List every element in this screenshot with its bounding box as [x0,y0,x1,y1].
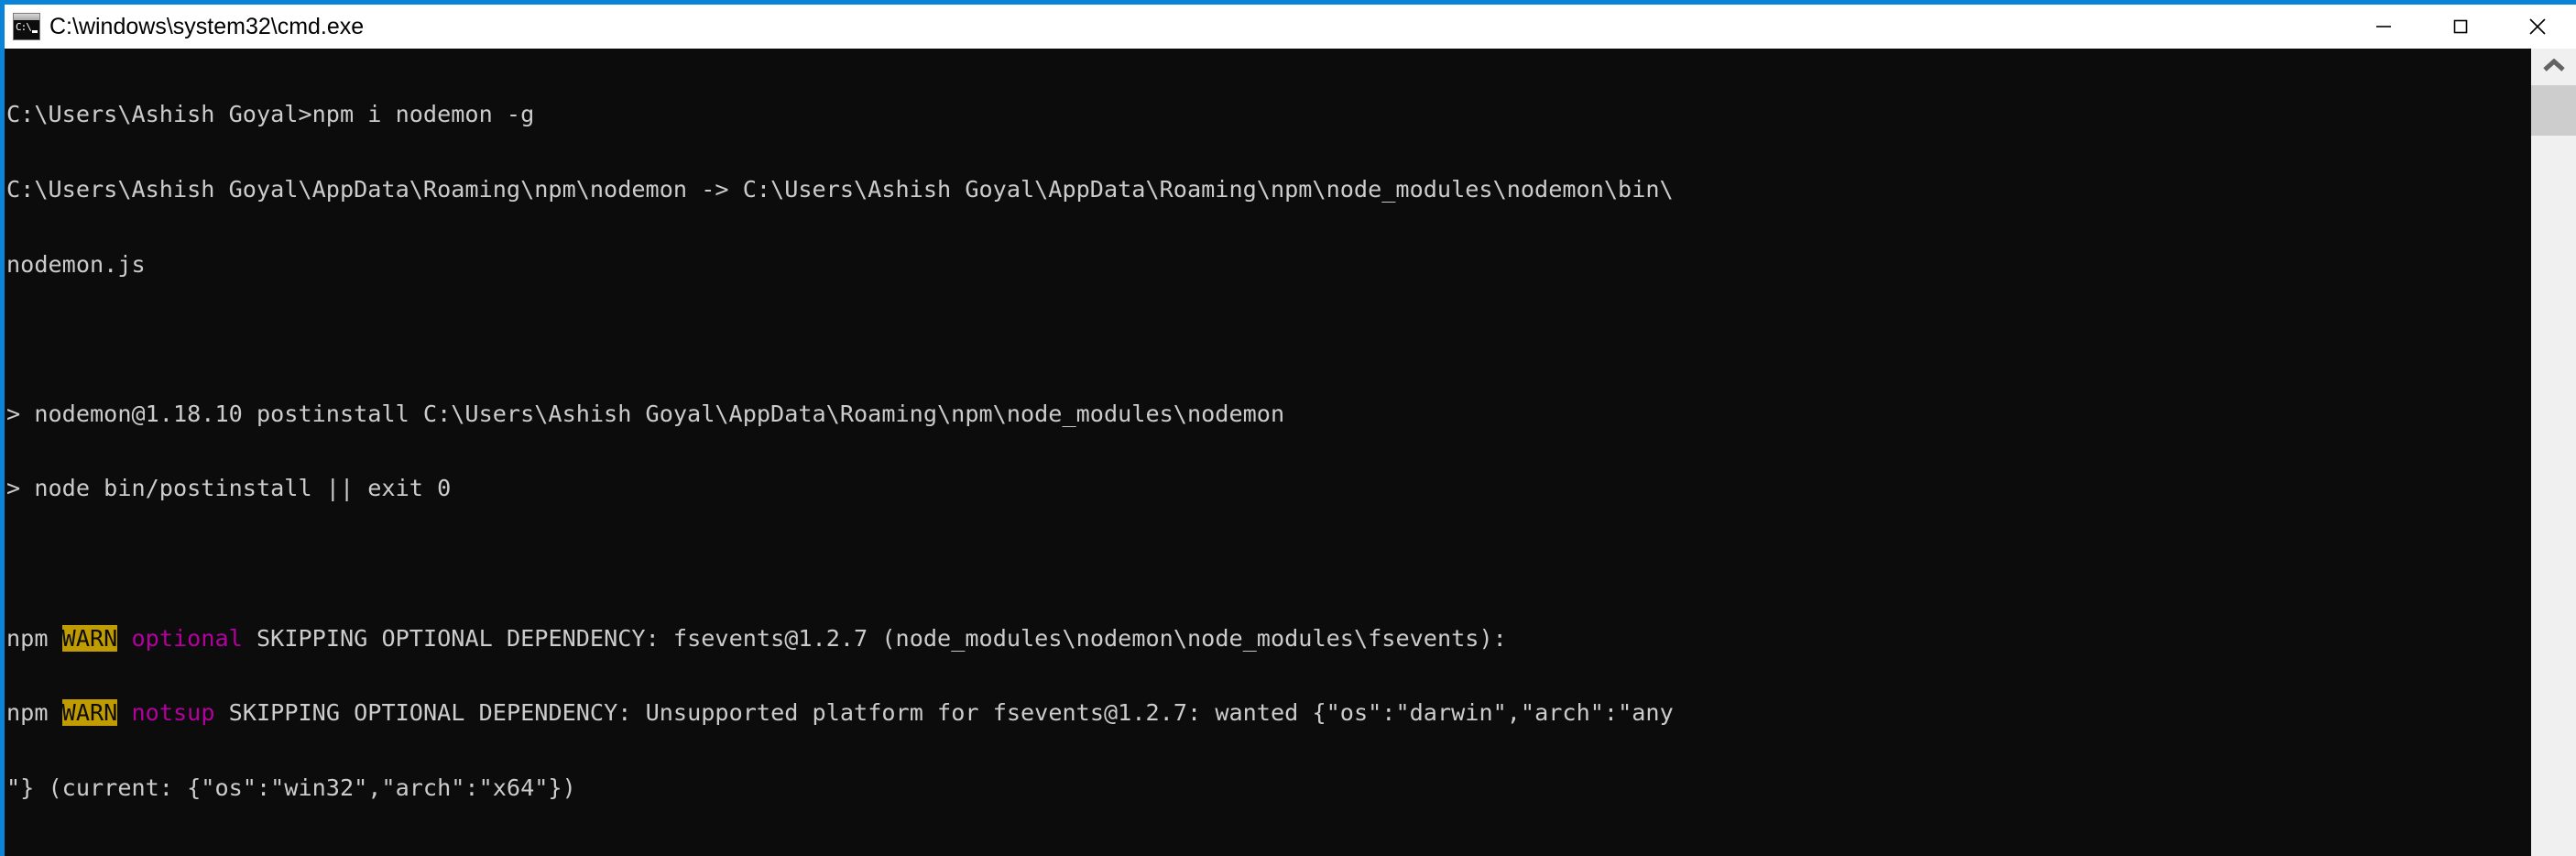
terminal-text: C:\Users\Ashish Goyal>npm i nodemon -g C… [5,52,2531,856]
minimize-icon [2374,16,2394,37]
warn-level: notsup [117,699,215,727]
terminal-line: C:\Users\Ashish Goyal\AppData\Roaming\np… [6,176,1674,203]
cmd-icon-prompt-glyph: C:\ [16,21,32,33]
terminal-line: C:\Users\Ashish Goyal>npm i nodemon -g [6,101,535,128]
maximize-icon [2450,16,2471,37]
warn-badge: WARN [61,699,118,727]
scroll-up-button[interactable] [2531,49,2576,85]
title-bar-left: C:\ C:\windows\system32\cmd.exe [5,13,364,40]
warn-message: SKIPPING OPTIONAL DEPENDENCY: Unsupporte… [214,699,1674,727]
chevron-up-icon [2542,58,2566,76]
terminal-output[interactable]: C:\Users\Ashish Goyal>npm i nodemon -g C… [5,49,2531,856]
terminal-line-warn-notsup: npm WARN notsup SKIPPING OPTIONAL DEPEND… [6,699,2531,727]
cmd-window: C:\ C:\windows\system32\cmd.exe C:\Users… [0,0,2576,856]
cmd-icon-cursor [32,30,38,33]
cmd-icon: C:\ [13,13,40,40]
close-icon [2527,16,2549,38]
warn-level: optional [117,624,243,652]
scrollbar-thumb[interactable] [2531,85,2576,136]
cmd-icon-titlebar [14,14,39,20]
npm-prefix: npm [6,699,62,727]
window-controls [2345,5,2576,49]
console-area: C:\Users\Ashish Goyal>npm i nodemon -g C… [5,49,2576,856]
warn-badge: WARN [61,624,118,652]
close-button[interactable] [2499,5,2576,49]
npm-prefix: npm [6,624,62,652]
terminal-line-warn-optional: npm WARN optional SKIPPING OPTIONAL DEPE… [6,624,2531,652]
terminal-line: > node bin/postinstall || exit 0 [6,475,452,502]
window-title: C:\windows\system32\cmd.exe [49,14,365,39]
minimize-button[interactable] [2345,5,2422,49]
vertical-scrollbar[interactable] [2531,49,2576,856]
maximize-button[interactable] [2422,5,2499,49]
scrollbar-track[interactable] [2531,85,2576,856]
terminal-line: "} (current: {"os":"win32","arch":"x64"}… [6,774,576,801]
warn-message: SKIPPING OPTIONAL DEPENDENCY: fsevents@1… [242,624,1507,652]
title-bar[interactable]: C:\ C:\windows\system32\cmd.exe [5,5,2576,49]
terminal-line: nodemon.js [6,250,146,278]
terminal-line: > nodemon@1.18.10 postinstall C:\Users\A… [6,400,1285,427]
